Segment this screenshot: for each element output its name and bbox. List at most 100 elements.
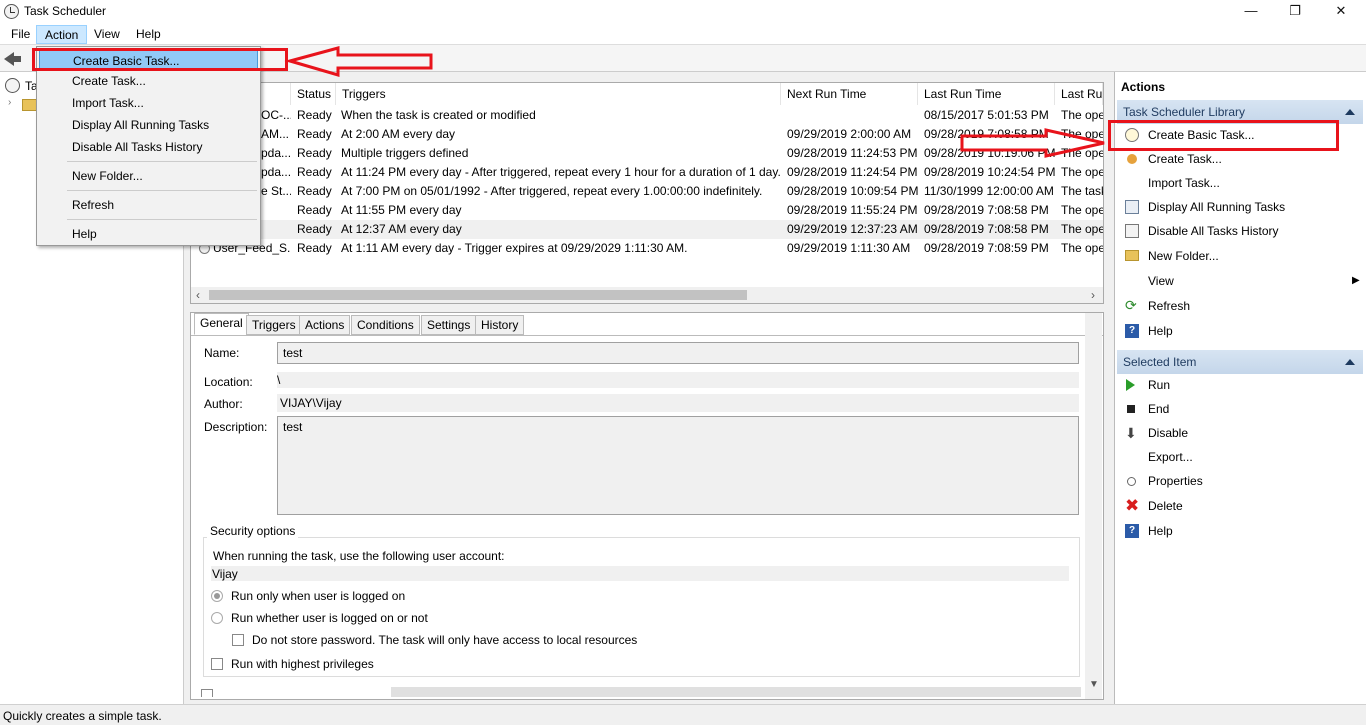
table-row[interactable]: OC-... Ready When the task is created or…	[191, 106, 1103, 125]
menu-create-task[interactable]: Create Task...	[39, 71, 258, 92]
task-last-run: 09/28/2019 10:24:54 PM	[924, 165, 1056, 179]
menu-view[interactable]: View	[86, 25, 128, 44]
disable-history-action[interactable]: Disable All Tasks History	[1117, 220, 1363, 242]
display-running-icon	[1125, 200, 1139, 214]
table-row[interactable]: e St... Ready At 7:00 PM on 05/01/1992 -…	[191, 182, 1103, 201]
horizontal-scrollbar[interactable]: ‹ ›	[191, 287, 1103, 303]
user-account-value: Vijay	[212, 567, 238, 581]
library-section-title: Task Scheduler Library	[1123, 105, 1246, 119]
help-action[interactable]: ? Help	[1117, 320, 1363, 342]
task-status: Ready	[297, 127, 332, 141]
action-label: Display All Running Tasks	[1148, 200, 1286, 214]
task-last-result: The ope	[1061, 222, 1103, 236]
task-last-result: The ope	[1061, 127, 1103, 141]
back-arrow-icon[interactable]	[4, 52, 21, 66]
tab-triggers[interactable]: Triggers	[246, 315, 302, 335]
selected-section-title: Selected Item	[1123, 355, 1197, 369]
run-whether-radio[interactable]	[211, 612, 223, 624]
properties-action[interactable]: Properties	[1117, 470, 1363, 492]
refresh-action[interactable]: ⟳ Refresh	[1117, 295, 1363, 317]
disable-action[interactable]: ⬇ Disable	[1117, 422, 1363, 444]
view-action[interactable]: View ▶	[1117, 270, 1363, 292]
properties-icon	[1127, 477, 1136, 486]
column-last-run-result[interactable]: Last Ru	[1055, 83, 1103, 105]
action-label: New Folder...	[1148, 249, 1219, 263]
column-next-run-time[interactable]: Next Run Time	[781, 83, 918, 105]
disable-history-icon	[1125, 224, 1139, 238]
tab-general[interactable]: General	[194, 313, 249, 335]
task-triggers: At 11:55 PM every day	[341, 203, 462, 217]
close-button[interactable]: ✕	[1318, 0, 1364, 24]
highest-privileges-checkbox[interactable]	[211, 658, 223, 670]
export-action[interactable]: Export...	[1117, 446, 1363, 468]
menu-new-folder[interactable]: New Folder...	[39, 166, 258, 187]
tab-history[interactable]: History	[475, 315, 525, 335]
scroll-down-icon[interactable]: ▼	[1089, 679, 1099, 690]
name-field[interactable]: test	[277, 342, 1079, 364]
menu-help[interactable]: Help	[128, 25, 169, 44]
details-vertical-scrollbar[interactable]: ▼	[1085, 313, 1102, 699]
table-row[interactable]: AM... Ready At 2:00 AM every day 09/29/2…	[191, 125, 1103, 144]
status-bar: Quickly creates a simple task.	[0, 704, 1366, 725]
delete-action[interactable]: ✖ Delete	[1117, 495, 1363, 517]
menu-file[interactable]: File	[3, 25, 38, 44]
task-name: pda...	[261, 165, 291, 179]
task-scheduler-clock-icon	[4, 4, 19, 19]
column-triggers[interactable]: Triggers	[336, 83, 781, 105]
action-label: Disable	[1148, 426, 1189, 440]
column-last-run-time[interactable]: Last Run Time	[918, 83, 1055, 105]
tab-conditions[interactable]: Conditions	[351, 315, 420, 335]
actions-pane: Actions Task Scheduler Library Create Ba…	[1114, 72, 1366, 704]
author-field: VIJAY\Vijay	[277, 394, 1079, 412]
menu-help-item[interactable]: Help	[39, 224, 258, 245]
action-label: Refresh	[1148, 299, 1191, 313]
task-triggers: At 7:00 PM on 05/01/1992 - After trigger…	[341, 184, 763, 198]
scroll-left-icon[interactable]: ‹	[196, 288, 200, 302]
help-action-selected[interactable]: ? Help	[1117, 520, 1363, 542]
restore-button[interactable]: ❐	[1272, 0, 1318, 24]
clock-icon	[5, 78, 20, 93]
task-triggers: At 1:11 AM every day - Trigger expires a…	[341, 241, 688, 255]
task-last-run: 09/28/2019 10:19:06 PM	[924, 146, 1056, 160]
collapse-icon[interactable]	[1345, 359, 1355, 365]
end-action[interactable]: End	[1117, 398, 1363, 420]
collapse-icon[interactable]	[1345, 109, 1355, 115]
tab-actions[interactable]: Actions	[299, 315, 351, 335]
table-row-selected[interactable]: Ready At 12:37 AM every day 09/29/2019 1…	[191, 220, 1103, 239]
task-next-run: 09/28/2019 10:09:54 PM	[787, 184, 919, 198]
chevron-right-icon[interactable]: ›	[8, 97, 11, 108]
action-label: Delete	[1148, 499, 1183, 513]
menu-display-running[interactable]: Display All Running Tasks	[39, 115, 258, 136]
scrollbar-thumb[interactable]	[209, 290, 747, 300]
menu-disable-history[interactable]: Disable All Tasks History	[39, 137, 258, 158]
task-last-result: The ope	[1061, 108, 1103, 122]
menu-action[interactable]: Action	[36, 25, 88, 44]
menu-refresh[interactable]: Refresh	[39, 195, 258, 216]
scroll-right-icon[interactable]: ›	[1091, 288, 1095, 302]
menu-separator	[67, 190, 257, 191]
run-action[interactable]: Run	[1117, 374, 1363, 396]
minimize-button[interactable]: —	[1228, 0, 1274, 24]
no-store-password-checkbox[interactable]	[232, 634, 244, 646]
display-running-action[interactable]: Display All Running Tasks	[1117, 196, 1363, 218]
table-row[interactable]: pda... Ready At 11:24 PM every day - Aft…	[191, 163, 1103, 182]
security-prompt: When running the task, use the following…	[213, 549, 505, 563]
task-last-run: 11/30/1999 12:00:00 AM	[924, 184, 1054, 198]
description-field[interactable]: test	[277, 416, 1079, 515]
menu-import-task[interactable]: Import Task...	[39, 93, 258, 114]
task-last-result: The ope	[1061, 146, 1103, 160]
stop-icon	[1127, 405, 1135, 413]
task-details: General Triggers Actions Conditions Sett…	[190, 312, 1104, 700]
task-triggers: At 2:00 AM every day	[341, 127, 456, 141]
task-last-run: 09/28/2019 7:08:58 PM	[924, 222, 1049, 236]
column-status[interactable]: Status	[291, 83, 336, 105]
new-folder-action[interactable]: New Folder...	[1117, 245, 1363, 267]
tab-settings[interactable]: Settings	[421, 315, 477, 335]
table-row[interactable]: User_Feed_S... Ready At 1:11 AM every da…	[191, 239, 1103, 258]
import-task-action[interactable]: Import Task...	[1117, 172, 1363, 194]
create-task-action[interactable]: Create Task...	[1117, 148, 1363, 170]
table-row[interactable]: pda... Ready Multiple triggers defined 0…	[191, 144, 1103, 163]
run-logged-on-radio[interactable]	[211, 590, 223, 602]
selected-item-section-header[interactable]: Selected Item	[1117, 350, 1363, 374]
table-row[interactable]: Ready At 11:55 PM every day 09/28/2019 1…	[191, 201, 1103, 220]
